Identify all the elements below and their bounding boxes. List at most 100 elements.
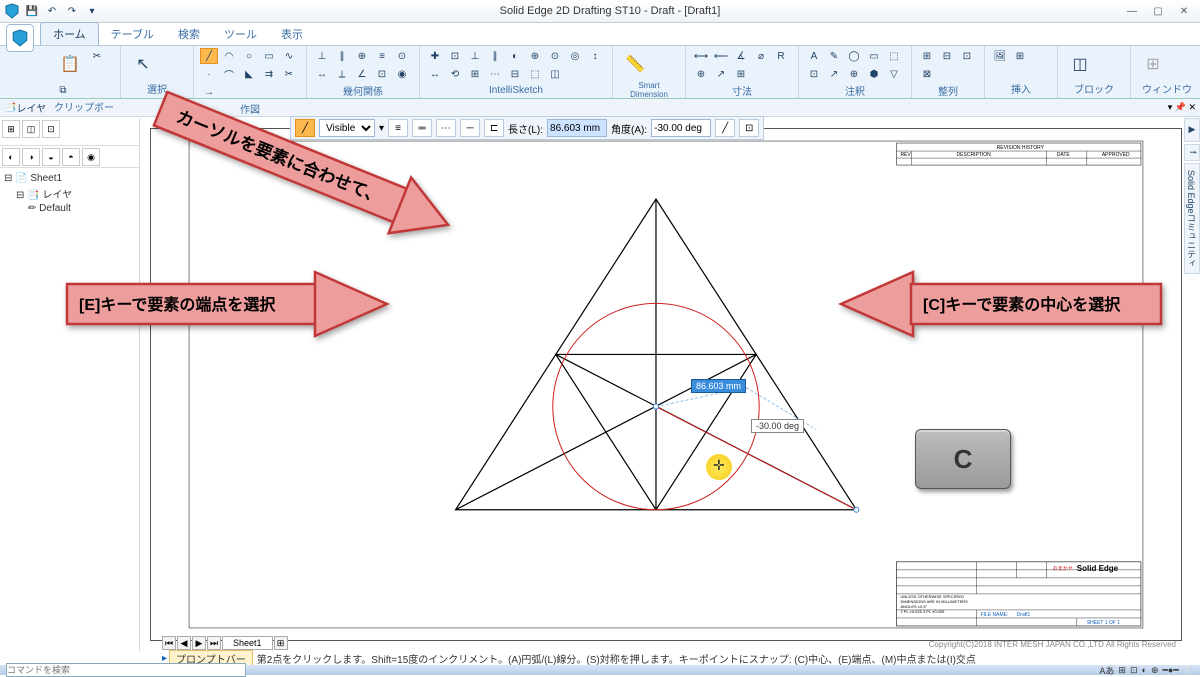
block-button[interactable]: ◫ — [1064, 48, 1096, 80]
angle-input[interactable] — [651, 119, 711, 137]
dim-icon[interactable]: ⌀ — [752, 48, 770, 64]
rel-icon[interactable]: ⟂ — [333, 66, 351, 82]
panel-btn[interactable]: ⊞ — [2, 120, 20, 138]
rel-icon[interactable]: ◉ — [393, 66, 411, 82]
rel-icon[interactable]: ∥ — [333, 48, 351, 64]
fillet-tool[interactable]: ⌒ — [220, 66, 238, 82]
rel-icon[interactable]: ≡ — [373, 48, 391, 64]
arr-icon[interactable]: ⊡ — [958, 48, 976, 64]
ins-icon[interactable]: ⊞ — [1011, 48, 1029, 64]
tree-node-default[interactable]: ✏ Default — [4, 202, 135, 215]
ann-icon[interactable]: ▭ — [865, 48, 883, 64]
tab-list-icon[interactable]: ⊞ — [274, 636, 288, 650]
window-switch-button[interactable]: ⊞ — [1137, 48, 1169, 80]
opt-btn[interactable]: ⊡ — [739, 119, 759, 137]
offset-tool[interactable]: ⇉ — [260, 66, 278, 82]
vtab-youtube[interactable]: ▶ — [1184, 118, 1200, 142]
panel-btn[interactable]: ◐ — [2, 148, 20, 166]
ann-icon[interactable]: ✎ — [825, 48, 843, 64]
panel-btn[interactable]: ⊡ — [42, 120, 60, 138]
is-icon[interactable]: ⊡ — [446, 48, 464, 64]
is-icon[interactable]: ∥ — [486, 48, 504, 64]
panel-btn[interactable]: ◒ — [42, 148, 60, 166]
rel-icon[interactable]: ⊡ — [373, 66, 391, 82]
tab-nav-prev[interactable]: ◀ — [177, 636, 191, 650]
arr-icon[interactable]: ⊟ — [938, 48, 956, 64]
tab-nav-first[interactable]: ⏮ — [162, 636, 176, 650]
ann-icon[interactable]: ⬚ — [885, 48, 903, 64]
dim-icon[interactable]: R — [772, 48, 790, 64]
dim-icon[interactable]: ⟵ — [712, 48, 730, 64]
ann-icon[interactable]: ▽ — [885, 66, 903, 82]
pin-icon[interactable]: ▾ 📌 ✕ — [1168, 102, 1196, 113]
rel-icon[interactable]: ⊥ — [313, 48, 331, 64]
rel-icon[interactable]: ↔ — [313, 66, 331, 82]
vtab-community[interactable]: Solid Edgeコミュニティ — [1184, 163, 1200, 275]
is-icon[interactable]: ⊞ — [466, 66, 484, 82]
arc-tool[interactable]: ◠ — [220, 48, 238, 64]
cut-icon[interactable]: ✂ — [88, 48, 106, 64]
is-icon[interactable]: ⊥ — [466, 48, 484, 64]
tree-node-sheet[interactable]: ⊟ 📄 Sheet1 — [4, 172, 135, 185]
undo-icon[interactable]: ↶ — [44, 3, 60, 19]
app-menu-icon[interactable] — [4, 3, 20, 19]
close-button[interactable]: ✕ — [1172, 3, 1196, 19]
vtab-facebook[interactable]: f — [1184, 144, 1200, 161]
tab-table[interactable]: テーブル — [99, 23, 166, 45]
dim-icon[interactable]: ⊞ — [732, 66, 750, 82]
tab-view[interactable]: 表示 — [269, 23, 315, 45]
layer-icon[interactable]: 📑 — [4, 102, 16, 113]
arr-icon[interactable]: ⊠ — [918, 66, 936, 82]
tab-nav-last[interactable]: ⏭ — [207, 636, 221, 650]
is-icon[interactable]: ✚ — [426, 48, 444, 64]
tab-home[interactable]: ホーム — [40, 22, 99, 45]
dim-icon[interactable]: ∡ — [732, 48, 750, 64]
is-icon[interactable]: ⟲ — [446, 66, 464, 82]
curve-tool[interactable]: ∿ — [280, 48, 298, 64]
status-icon[interactable]: ⊞ — [1118, 665, 1126, 676]
sheet-tab[interactable]: Sheet1 — [222, 636, 273, 650]
rect-tool[interactable]: ▭ — [260, 48, 278, 64]
ann-icon[interactable]: ⊡ — [805, 66, 823, 82]
minimize-button[interactable]: — — [1120, 3, 1144, 19]
is-icon[interactable]: ↕ — [586, 48, 604, 64]
tab-search[interactable]: 検索 — [166, 23, 212, 45]
save-icon[interactable]: 💾 — [24, 3, 40, 19]
is-icon[interactable]: ⋯ — [486, 66, 504, 82]
dim-icon[interactable]: ⊕ — [692, 66, 710, 82]
rel-icon[interactable]: ∠ — [353, 66, 371, 82]
is-icon[interactable]: ⊟ — [506, 66, 524, 82]
status-icon[interactable]: ◐ — [1142, 665, 1147, 675]
is-icon[interactable]: ◫ — [546, 66, 564, 82]
application-button[interactable] — [6, 24, 34, 52]
rel-icon[interactable]: ⊕ — [353, 48, 371, 64]
panel-btn[interactable]: ◫ — [22, 120, 40, 138]
panel-btn[interactable]: ◓ — [62, 148, 80, 166]
zoom-fit-icon[interactable]: ⊕ — [1151, 665, 1159, 676]
is-icon[interactable]: ⬚ — [526, 66, 544, 82]
tab-nav-next[interactable]: ▶ — [192, 636, 206, 650]
length-input[interactable] — [547, 119, 607, 137]
is-icon[interactable]: ↔ — [426, 66, 444, 82]
linetype-btn[interactable]: ⊏ — [484, 119, 504, 137]
ann-icon[interactable]: ◯ — [845, 48, 863, 64]
ann-icon[interactable]: ⊕ — [845, 66, 863, 82]
select-tool[interactable]: ↖ — [127, 48, 159, 80]
circle-tool[interactable]: ○ — [240, 48, 258, 64]
help-icon[interactable]: ❔ — [1183, 665, 1194, 676]
is-icon[interactable]: ⊙ — [546, 48, 564, 64]
is-icon[interactable]: ◎ — [566, 48, 584, 64]
is-icon[interactable]: ⊕ — [526, 48, 544, 64]
line-tool[interactable]: ╱ — [200, 48, 218, 64]
tab-tools[interactable]: ツール — [212, 23, 269, 45]
paste-button[interactable]: 📋 — [54, 48, 86, 80]
redo-icon[interactable]: ↷ — [64, 3, 80, 19]
zoom-slider[interactable]: ━●━ — [1163, 665, 1179, 676]
is-icon[interactable]: ◐ — [506, 48, 524, 64]
tree-node-layers[interactable]: ⊟ 📑 レイヤ — [4, 185, 135, 202]
rel-icon[interactable]: ⊙ — [393, 48, 411, 64]
smart-dimension-button[interactable]: 📏 — [619, 48, 651, 80]
arr-icon[interactable]: ⊞ — [918, 48, 936, 64]
dim-icon[interactable]: ⟷ — [692, 48, 710, 64]
dim-icon[interactable]: ↗ — [712, 66, 730, 82]
